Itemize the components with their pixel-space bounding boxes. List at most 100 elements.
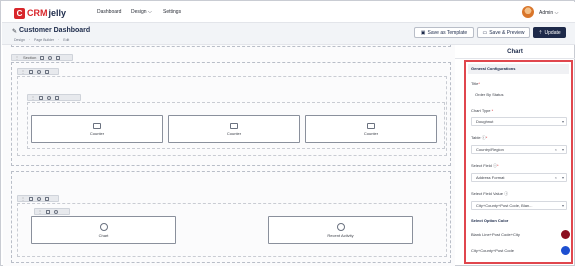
save-as-template-button[interactable]: ▣ Save as Template (414, 27, 474, 38)
chevron-down-icon: ▾ (561, 175, 564, 180)
counter-label: Counter (226, 130, 242, 136)
settings-icon[interactable] (37, 196, 41, 201)
recent-activity-label: Recent Activity (327, 232, 354, 238)
color-swatch[interactable] (561, 230, 570, 239)
save-as-template-label: Save as Template (427, 29, 468, 36)
chart-type-label-text: Chart Type (471, 108, 491, 113)
select-field-value: Address Format (476, 175, 505, 180)
counter-icon (93, 122, 101, 129)
color-swatch[interactable] (561, 246, 570, 255)
admin-menu[interactable]: Admin ⌵ (539, 10, 558, 16)
chevron-down-icon: ⌵ (147, 9, 152, 15)
section-toolbar: ⋮ Section (11, 54, 73, 61)
chart-type-select[interactable]: Doughnut ▾ (471, 117, 567, 126)
drag-handle-icon[interactable]: ⋮ (21, 196, 25, 201)
copy-icon[interactable] (29, 69, 33, 74)
chevron-down-icon: ⌵ (554, 10, 559, 16)
update-label: Update (544, 29, 561, 36)
breadcrumb-design[interactable]: Design (14, 38, 25, 42)
preview-icon: ▭ (482, 29, 488, 36)
breadcrumb-separator: · (58, 38, 60, 42)
clear-icon[interactable]: × (555, 146, 557, 153)
chevron-down-icon: ▾ (561, 147, 564, 152)
required-marker: * (478, 81, 480, 86)
page-builder-canvas: ⋮ Section ⋮ ⋮ Counter Counter Counter ⋮ … (3, 45, 455, 266)
delete-icon[interactable] (55, 95, 59, 100)
select-field-label-text: Select Field (471, 163, 492, 168)
crmjelly-logo[interactable]: C CRM jelly (14, 7, 66, 19)
required-marker: * (491, 108, 494, 113)
required-marker: * (497, 163, 499, 168)
drag-handle-icon[interactable]: ⋮ (21, 69, 25, 74)
counter-widget[interactable]: Counter (168, 115, 300, 143)
select-field-select[interactable]: Address Format × ▾ (471, 173, 567, 182)
page-title: Customer Dashboard (19, 27, 91, 34)
save-icon: ▣ (420, 29, 426, 36)
chart-label: Chart (98, 232, 109, 238)
select-field-value-select[interactable]: City+County+Post Code, Blan... ▾ (471, 201, 567, 210)
pencil-icon: ✎ (12, 29, 18, 35)
save-and-preview-button[interactable]: ▭ Save & Preview (477, 27, 530, 38)
settings-icon[interactable] (54, 209, 58, 214)
chart-icon (99, 222, 108, 231)
nav-design[interactable]: Design ⌵ (131, 9, 152, 15)
avatar[interactable] (522, 6, 534, 18)
nav-settings[interactable]: Settings (163, 9, 181, 15)
nav-design-label: Design (131, 9, 147, 15)
check-icon (336, 222, 345, 231)
logo-badge: C (14, 7, 25, 19)
row-toolbar: ⋮ (17, 68, 59, 75)
option-label: City+County+Post Code (471, 248, 514, 253)
counter-label: Counter (89, 130, 105, 136)
update-icon: ⇡ (538, 29, 543, 36)
chart-type-label: Chart Type * (471, 108, 493, 113)
delete-icon[interactable] (46, 209, 50, 214)
select-option-color-label: Select Option Color (471, 218, 509, 223)
chart-type-value: Doughnut (476, 119, 494, 124)
title-field-label: Title* (471, 81, 480, 86)
breadcrumb-separator: · (28, 38, 31, 42)
delete-icon[interactable] (56, 55, 61, 60)
page-header: ✎ Customer Dashboard Design · Page Build… (2, 23, 575, 45)
delete-icon[interactable] (45, 69, 49, 74)
counter-widget[interactable]: Counter (31, 115, 163, 143)
recent-activity-widget[interactable]: Recent Activity (268, 216, 413, 244)
delete-icon[interactable] (45, 196, 49, 201)
select-field-value-label: Select Field Value ⓘ (471, 191, 508, 197)
section-label: Section (23, 55, 37, 60)
top-navbar: C CRM jelly Dashboard Design ⌵ Settings … (2, 2, 575, 23)
panel-title: Chart (455, 45, 575, 59)
counter-widget[interactable]: Counter (305, 115, 437, 143)
info-icon: ⓘ (504, 191, 509, 196)
chart-widget[interactable]: Chart (31, 216, 176, 244)
nav-dashboard[interactable]: Dashboard (97, 9, 121, 15)
counter-icon (367, 122, 375, 129)
row-toolbar: ⋮ (17, 195, 59, 202)
settings-icon[interactable] (37, 69, 41, 74)
clear-icon[interactable]: × (555, 174, 557, 181)
table-label: Table ⓘ* (471, 135, 487, 141)
table-select[interactable]: Country/Region × ▾ (471, 145, 567, 154)
copy-icon[interactable] (29, 196, 33, 201)
settings-icon[interactable] (47, 95, 51, 100)
column-toolbar: ⋮ (34, 208, 70, 215)
title-input[interactable]: Order By Status (471, 91, 567, 100)
drag-handle-icon[interactable]: ⋮ (31, 95, 35, 100)
settings-icon[interactable] (48, 55, 53, 60)
option-label: Blank Line+Post Code+City (471, 232, 520, 237)
required-marker: * (485, 135, 488, 140)
general-configurations-header: General Configurations (468, 64, 569, 74)
chart-config-panel: General Configurations Title* Order By S… (464, 60, 573, 264)
update-button[interactable]: ⇡ Update (533, 27, 566, 38)
drag-handle-icon[interactable]: ⋮ (15, 55, 19, 60)
columns-icon[interactable] (40, 55, 45, 60)
drag-handle-icon[interactable]: ⋮ (38, 209, 42, 214)
app-window: C CRM jelly Dashboard Design ⌵ Settings … (0, 0, 575, 266)
logo-jelly-text: jelly (48, 8, 67, 18)
save-and-preview-label: Save & Preview (489, 29, 525, 36)
breadcrumb-edit: Edit (63, 38, 70, 42)
logo-crm-text: CRM (27, 8, 48, 18)
breadcrumb-page-builder[interactable]: Page Builder (34, 38, 54, 42)
chevron-down-icon: ▾ (561, 119, 564, 124)
copy-icon[interactable] (39, 95, 43, 100)
